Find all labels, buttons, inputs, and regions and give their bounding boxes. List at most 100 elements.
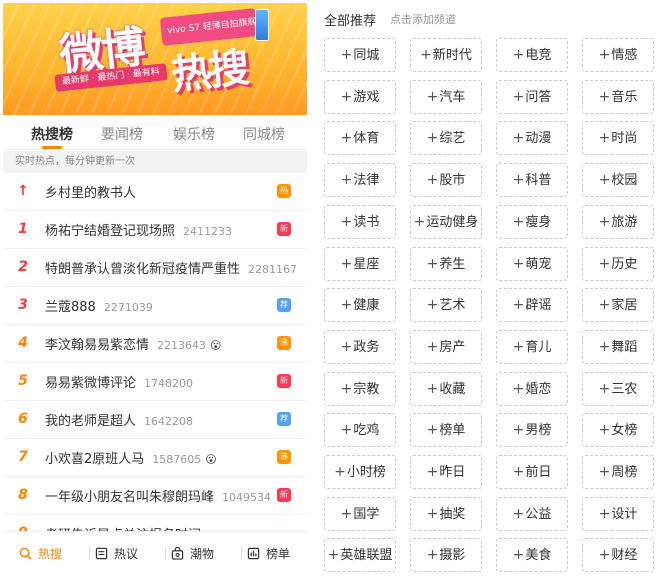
channel-chip[interactable]: +新时代 xyxy=(410,38,482,72)
channel-label: 舞蹈 xyxy=(611,339,638,355)
rank-number: 7 xyxy=(18,449,28,465)
plus-icon: + xyxy=(340,213,353,230)
status-badge: 荐 xyxy=(277,412,291,426)
channel-chip[interactable]: +辟谣 xyxy=(496,288,568,323)
channel-chip[interactable]: +昨日 xyxy=(410,455,482,489)
weibo-hot-search-banner[interactable]: vivo S7 轻薄自拍旗舰 微博 热搜 最新鲜 · 最热门 · 最有料 xyxy=(3,3,307,115)
pinned-icon: ↑ xyxy=(17,183,29,199)
channel-chip[interactable]: +萌宠 xyxy=(496,246,568,281)
tab-hot-search[interactable]: 热搜榜 xyxy=(31,124,73,144)
channel-chip[interactable]: +舞蹈 xyxy=(582,329,654,364)
bottom-nav-rankings[interactable]: 榜单 xyxy=(247,545,290,562)
channel-chip[interactable]: +体育 xyxy=(324,121,396,156)
channel-chip[interactable]: +摄影 xyxy=(410,538,482,573)
plus-icon: + xyxy=(340,130,353,147)
channel-chip[interactable]: +问答 xyxy=(496,79,568,114)
channel-chip[interactable]: +汽车 xyxy=(410,79,482,114)
channel-label: 运动健身 xyxy=(426,214,479,230)
plus-icon: + xyxy=(340,505,353,522)
tab-local[interactable]: 同城榜 xyxy=(243,124,285,144)
topic-text: 兰蔻888 xyxy=(45,300,96,315)
channel-chip[interactable]: +校园 xyxy=(582,163,654,198)
channel-chip[interactable]: +时尚 xyxy=(582,121,654,156)
nav-divider xyxy=(241,547,242,559)
list-item[interactable]: 2 特朗普承认曾淡化新冠疫情严重性 2281167 xyxy=(3,249,307,287)
list-item[interactable]: 3 兰蔻888 2271039 荐 xyxy=(3,287,307,325)
channel-chip[interactable]: +星座 xyxy=(324,246,396,281)
nav-divider xyxy=(165,547,166,559)
list-item[interactable]: 7 小欢喜2原班人马 1587605 😮 沸 xyxy=(3,439,307,477)
list-item[interactable]: 1 杨祐宁结婚登记现场照 2411233 新 xyxy=(3,211,307,249)
channel-chip[interactable]: +股市 xyxy=(410,163,482,198)
list-item[interactable]: 6 我的老师是超人 1642208 荐 xyxy=(3,401,307,439)
channel-chip[interactable]: +历史 xyxy=(582,246,654,281)
tab-entertainment[interactable]: 娱乐榜 xyxy=(173,124,215,144)
channel-chip[interactable]: +吃鸡 xyxy=(324,413,396,448)
channel-chip[interactable]: +抽奖 xyxy=(410,496,482,531)
channel-chip[interactable]: +榜单 xyxy=(410,413,482,448)
channel-chip[interactable]: +动漫 xyxy=(496,121,568,156)
channel-chip[interactable]: +国学 xyxy=(324,496,396,531)
tab-news[interactable]: 要闻榜 xyxy=(101,124,143,144)
channel-chip[interactable]: +男榜 xyxy=(496,413,568,448)
channel-chip[interactable]: +收藏 xyxy=(410,371,482,406)
update-notice: 实时热点，每分钟更新一次 xyxy=(3,151,307,173)
channel-chip[interactable]: +婚恋 xyxy=(496,371,568,406)
channel-chip[interactable]: +音乐 xyxy=(582,79,654,114)
heat-count: 1049534 xyxy=(222,491,272,504)
channel-chip[interactable]: +小时榜 xyxy=(324,455,396,489)
plus-icon: + xyxy=(512,464,525,480)
channel-chip[interactable]: +设计 xyxy=(582,496,654,531)
bottom-nav-discussion[interactable]: 热议 xyxy=(95,545,138,562)
channel-chip[interactable]: +房产 xyxy=(410,329,482,364)
list-item[interactable]: ↑ 乡村里的教书人 热 xyxy=(3,173,307,211)
channel-label: 男榜 xyxy=(525,423,552,439)
bottom-nav-hot-search[interactable]: 热搜 xyxy=(19,545,62,562)
channel-chip[interactable]: +科普 xyxy=(496,163,568,198)
bottom-nav-trends[interactable]: 潮物 xyxy=(171,545,214,562)
plus-icon: + xyxy=(426,88,439,105)
rank-number: 5 xyxy=(18,373,28,389)
channel-chip[interactable]: +公益 xyxy=(496,496,568,531)
channel-chip[interactable]: +瘦身 xyxy=(496,204,568,239)
channel-label: 瘦身 xyxy=(525,214,552,230)
channel-chip[interactable]: +同城 xyxy=(324,38,396,72)
channel-chip[interactable]: +艺术 xyxy=(410,288,482,323)
channel-chip[interactable]: +三农 xyxy=(582,371,654,406)
channel-chip[interactable]: +家居 xyxy=(582,288,654,323)
plus-icon: + xyxy=(512,255,525,272)
channel-chip[interactable]: +综艺 xyxy=(410,121,482,156)
channel-chip[interactable]: +读书 xyxy=(324,204,396,239)
channel-chip[interactable]: +养生 xyxy=(410,246,482,281)
channel-label: 法律 xyxy=(353,173,380,189)
channel-chip[interactable]: +育儿 xyxy=(496,329,568,364)
channel-chip[interactable]: +美食 xyxy=(496,538,568,573)
list-item[interactable]: 9考研告诉早点关注报名时间 xyxy=(3,515,307,531)
channel-chip[interactable]: +运动健身 xyxy=(410,204,482,239)
channel-chip[interactable]: +情感 xyxy=(582,38,654,72)
channel-chip[interactable]: +游戏 xyxy=(324,79,396,114)
channel-chip[interactable]: +前日 xyxy=(496,455,568,489)
channel-chip[interactable]: +法律 xyxy=(324,163,396,198)
list-item[interactable]: 8 一年级小朋友名叫朱穆朗玛峰 1049534 新 xyxy=(3,477,307,515)
status-badge: 荐 xyxy=(277,298,291,312)
list-item[interactable]: 4 李汶翰易易紫恋情 2213643 😮 沸 xyxy=(3,325,307,363)
channel-chip[interactable]: +政务 xyxy=(324,329,396,364)
channel-chip[interactable]: +女榜 xyxy=(582,413,654,448)
channel-chip[interactable]: +周榜 xyxy=(582,455,654,489)
all-recommend-title: 全部推荐 xyxy=(324,14,377,29)
channel-chip[interactable]: +健康 xyxy=(324,288,396,323)
channel-pane: 全部推荐 点击添加频道 +同城 +新时代 +电竞 +情感 +游戏 +汽车 +问答 +音乐 +体育… xyxy=(312,0,670,577)
channel-chip[interactable]: +财经 xyxy=(582,538,654,573)
channel-chip[interactable]: +旅游 xyxy=(582,204,654,239)
plus-icon: + xyxy=(426,505,439,522)
status-badge: 热 xyxy=(277,184,291,198)
bag-icon xyxy=(171,547,190,561)
list-item[interactable]: 5 易易紫微博评论 1748200 新 xyxy=(3,363,307,401)
channel-chip[interactable]: +电竞 xyxy=(496,38,568,72)
emoji-icon: 😮 xyxy=(205,453,217,466)
rank-number: 8 xyxy=(18,487,28,503)
plus-icon: + xyxy=(340,47,353,63)
channel-chip[interactable]: +宗教 xyxy=(324,371,396,406)
channel-chip[interactable]: +英雄联盟 xyxy=(324,538,396,573)
